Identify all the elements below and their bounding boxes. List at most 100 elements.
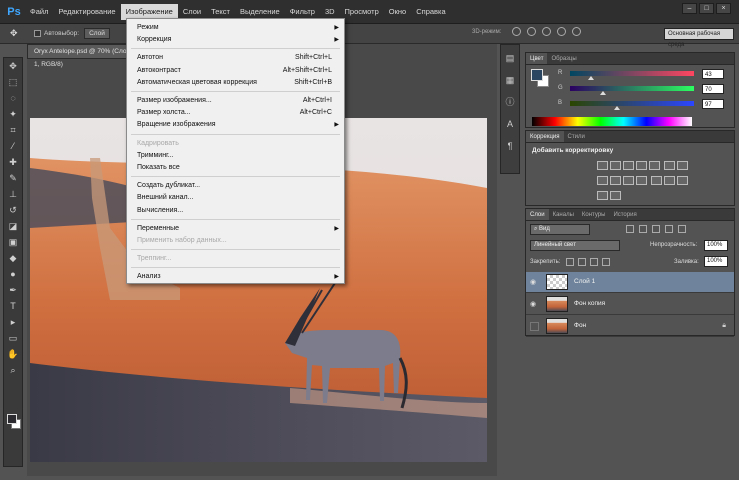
close-button[interactable]: ×: [716, 3, 731, 14]
crop-icon[interactable]: ⌗: [4, 122, 22, 138]
autoselect-checkbox[interactable]: [34, 30, 41, 37]
history-brush-icon[interactable]: ↺: [4, 202, 22, 218]
path-select-icon[interactable]: ▸: [4, 314, 22, 330]
menu-item[interactable]: Файл: [25, 4, 53, 20]
slider-g-value[interactable]: 70: [702, 84, 724, 94]
eyedropper-icon[interactable]: ⁄: [4, 138, 22, 154]
magic-wand-icon[interactable]: ✦: [4, 106, 22, 122]
lock-all-icon[interactable]: [602, 258, 610, 266]
move-icon[interactable]: ✥: [4, 58, 22, 74]
pen-icon[interactable]: ✒: [4, 282, 22, 298]
maximize-button[interactable]: □: [699, 3, 714, 14]
black-white-icon[interactable]: [597, 176, 608, 185]
exposure-icon[interactable]: [636, 161, 647, 170]
lasso-icon[interactable]: ◌: [4, 90, 22, 106]
invert-icon[interactable]: [650, 176, 662, 185]
scale-3d-icon[interactable]: [572, 27, 581, 36]
info-panel-icon[interactable]: ⓘ: [501, 93, 519, 111]
threshold-icon[interactable]: [676, 176, 688, 185]
selective-color-icon[interactable]: [610, 191, 621, 200]
tab-styles[interactable]: Стили: [564, 131, 589, 142]
slider-g[interactable]: G 70: [558, 84, 733, 96]
slider-b-value[interactable]: 97: [702, 99, 724, 109]
eraser-icon[interactable]: ◪: [4, 218, 22, 234]
blur-icon[interactable]: ◆: [4, 250, 22, 266]
slider-r-thumb[interactable]: [588, 76, 595, 80]
tab-paths[interactable]: Контуры: [578, 209, 610, 220]
drag-3d-icon[interactable]: [542, 27, 551, 36]
filter-adjustment-icon[interactable]: [639, 225, 647, 233]
filter-smart-icon[interactable]: [678, 225, 686, 233]
workspace-dropdown[interactable]: Основная рабочая среда: [664, 28, 734, 48]
dodge-icon[interactable]: ●: [4, 266, 22, 282]
curves-icon[interactable]: [623, 161, 634, 170]
slider-r-value[interactable]: 43: [702, 69, 724, 79]
character-panel-icon[interactable]: A: [501, 115, 519, 133]
fill-input[interactable]: 100%: [704, 256, 728, 267]
marquee-icon[interactable]: ⬚: [4, 74, 22, 90]
photo-filter-icon[interactable]: [610, 176, 621, 185]
lock-pixels-icon[interactable]: [578, 258, 586, 266]
color-balance-icon[interactable]: [676, 161, 688, 170]
gradient-icon[interactable]: ▣: [4, 234, 22, 250]
brightness-icon[interactable]: [597, 161, 608, 170]
filter-shape-icon[interactable]: [665, 225, 673, 233]
image-menu-item[interactable]: Режим ▶: [127, 22, 344, 34]
image-menu-item[interactable]: Переменные ▶: [127, 223, 344, 235]
color-lookup-icon[interactable]: [636, 176, 647, 185]
type-icon[interactable]: T: [4, 298, 22, 314]
image-menu-item[interactable]: Внешний канал...: [127, 192, 344, 204]
slider-b[interactable]: B 97: [558, 99, 733, 111]
slider-b-bar[interactable]: [570, 101, 694, 106]
slider-r[interactable]: R 43: [558, 69, 733, 81]
layer-row[interactable]: Фон 🔒︎: [526, 316, 734, 337]
tab-layers[interactable]: Слои: [526, 209, 549, 220]
image-menu-item[interactable]: Вычисления...: [127, 205, 344, 217]
stamp-icon[interactable]: ⊥: [4, 186, 22, 202]
tab-adjustments[interactable]: Коррекция: [526, 131, 564, 142]
rotate-3d-icon[interactable]: [512, 27, 521, 36]
tab-channels[interactable]: Каналы: [549, 209, 578, 220]
tab-swatches[interactable]: Образцы: [547, 53, 580, 64]
layer-row[interactable]: ◉ Фон копия: [526, 294, 734, 315]
brush-icon[interactable]: ✎: [4, 170, 22, 186]
image-menu-item[interactable]: Автоконтраст Alt+Shift+Ctrl+L: [127, 65, 344, 77]
zoom-icon[interactable]: ⌕: [4, 362, 22, 378]
visibility-eye-icon[interactable]: ◉: [530, 278, 539, 287]
image-menu-item[interactable]: Коррекция ▶: [127, 34, 344, 46]
image-menu-item[interactable]: Автоматическая цветовая коррекция Shift+C…: [127, 77, 344, 89]
layer-row[interactable]: ◉ Слой 1: [526, 272, 734, 293]
image-menu-item[interactable]: Создать дубликат...: [127, 180, 344, 192]
image-menu-item[interactable]: Вращение изображения ▶: [127, 119, 344, 131]
visibility-eye-icon[interactable]: ◉: [530, 300, 539, 309]
gradient-map-icon[interactable]: [597, 191, 608, 200]
shape-icon[interactable]: ▭: [4, 330, 22, 346]
filter-type-icon[interactable]: [652, 225, 660, 233]
minimize-button[interactable]: –: [682, 3, 697, 14]
roll-3d-icon[interactable]: [527, 27, 536, 36]
image-menu-item[interactable]: Анализ ▶: [127, 271, 344, 283]
image-menu-item[interactable]: Тримминг...: [127, 150, 344, 162]
visibility-eye-icon[interactable]: [530, 322, 539, 331]
lock-position-icon[interactable]: [590, 258, 598, 266]
slider-g-thumb[interactable]: [600, 91, 607, 95]
channel-mixer-icon[interactable]: [623, 176, 634, 185]
slider-b-thumb[interactable]: [614, 106, 621, 110]
move-tool-icon[interactable]: ✥: [10, 28, 24, 40]
tab-history[interactable]: История: [609, 209, 640, 220]
blend-mode-dropdown[interactable]: Линейный свет: [530, 240, 620, 251]
image-menu-item[interactable]: Размер изображения... Alt+Ctrl+I: [127, 95, 344, 107]
hand-icon[interactable]: ✋: [4, 346, 22, 362]
paragraph-panel-icon[interactable]: ¶: [501, 137, 519, 155]
menu-item[interactable]: Просмотр: [340, 4, 384, 20]
filter-pixel-icon[interactable]: [626, 225, 634, 233]
slide-3d-icon[interactable]: [557, 27, 566, 36]
image-menu-item[interactable]: Автотон Shift+Ctrl+L: [127, 52, 344, 64]
vibrance-icon[interactable]: [649, 161, 660, 170]
color-spectrum[interactable]: [532, 117, 692, 126]
document-tab[interactable]: Oryx Antelope.psd @ 70% (Слой 1, RGB/8): [27, 44, 137, 68]
hue-saturation-icon[interactable]: [663, 161, 675, 170]
lock-transparency-icon[interactable]: [566, 258, 574, 266]
menu-item[interactable]: Окно: [384, 4, 411, 20]
layer-filter-dropdown[interactable]: ⌕ Вид: [530, 224, 590, 235]
